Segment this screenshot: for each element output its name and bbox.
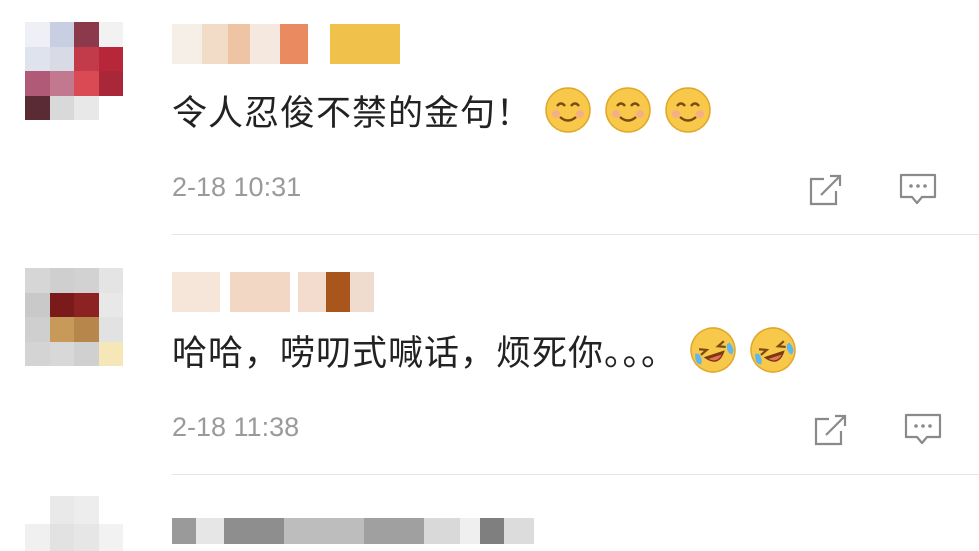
avatar[interactable]: [25, 22, 123, 120]
reply-icon[interactable]: [898, 170, 938, 210]
avatar[interactable]: [25, 268, 123, 366]
comment-text-content: 令人忍俊不禁的金句！: [172, 93, 533, 134]
comment-time: 2-18 11:38: [172, 412, 300, 442]
username-blurred[interactable]: [172, 272, 374, 312]
smile-icon: [605, 87, 651, 133]
smile-icon: [545, 87, 591, 133]
divider: [172, 474, 979, 475]
share-icon[interactable]: [811, 410, 851, 450]
comment-text-content: 哈哈，唠叨式喊话，烦死你。。。: [172, 333, 678, 374]
divider: [172, 234, 979, 235]
reply-icon[interactable]: [903, 410, 943, 450]
laugh-cry-icon: [750, 327, 796, 373]
comment-text: 哈哈，唠叨式喊话，烦死你。。。: [172, 322, 797, 378]
username-blurred[interactable]: [172, 24, 400, 64]
avatar[interactable]: [25, 496, 123, 551]
share-icon[interactable]: [806, 170, 846, 210]
laugh-cry-icon: [690, 327, 736, 373]
comment-time: 2-18 10:31: [172, 172, 302, 202]
username-blurred[interactable]: [172, 518, 534, 544]
smile-icon: [665, 87, 711, 133]
comment-text: 令人忍俊不禁的金句！: [172, 82, 712, 138]
